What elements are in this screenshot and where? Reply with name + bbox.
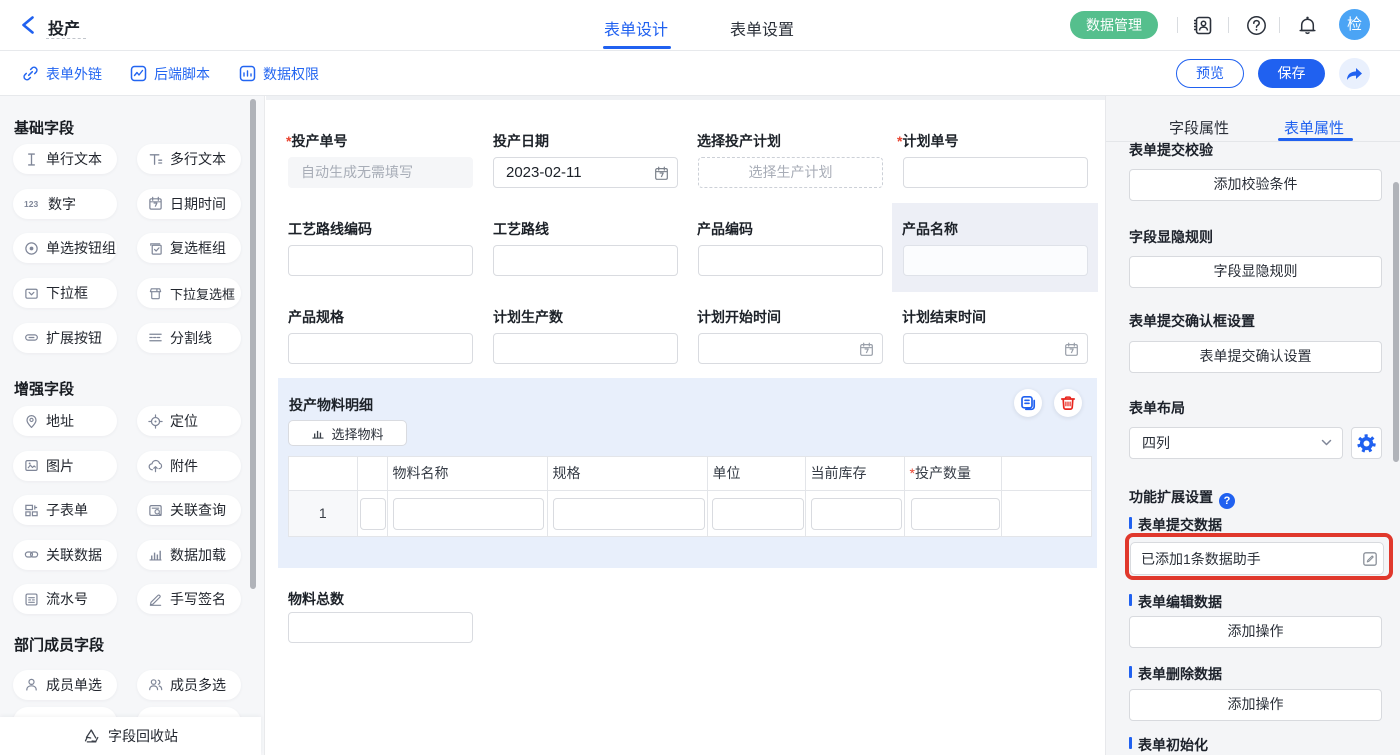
svg-text:123: 123 (24, 199, 38, 209)
